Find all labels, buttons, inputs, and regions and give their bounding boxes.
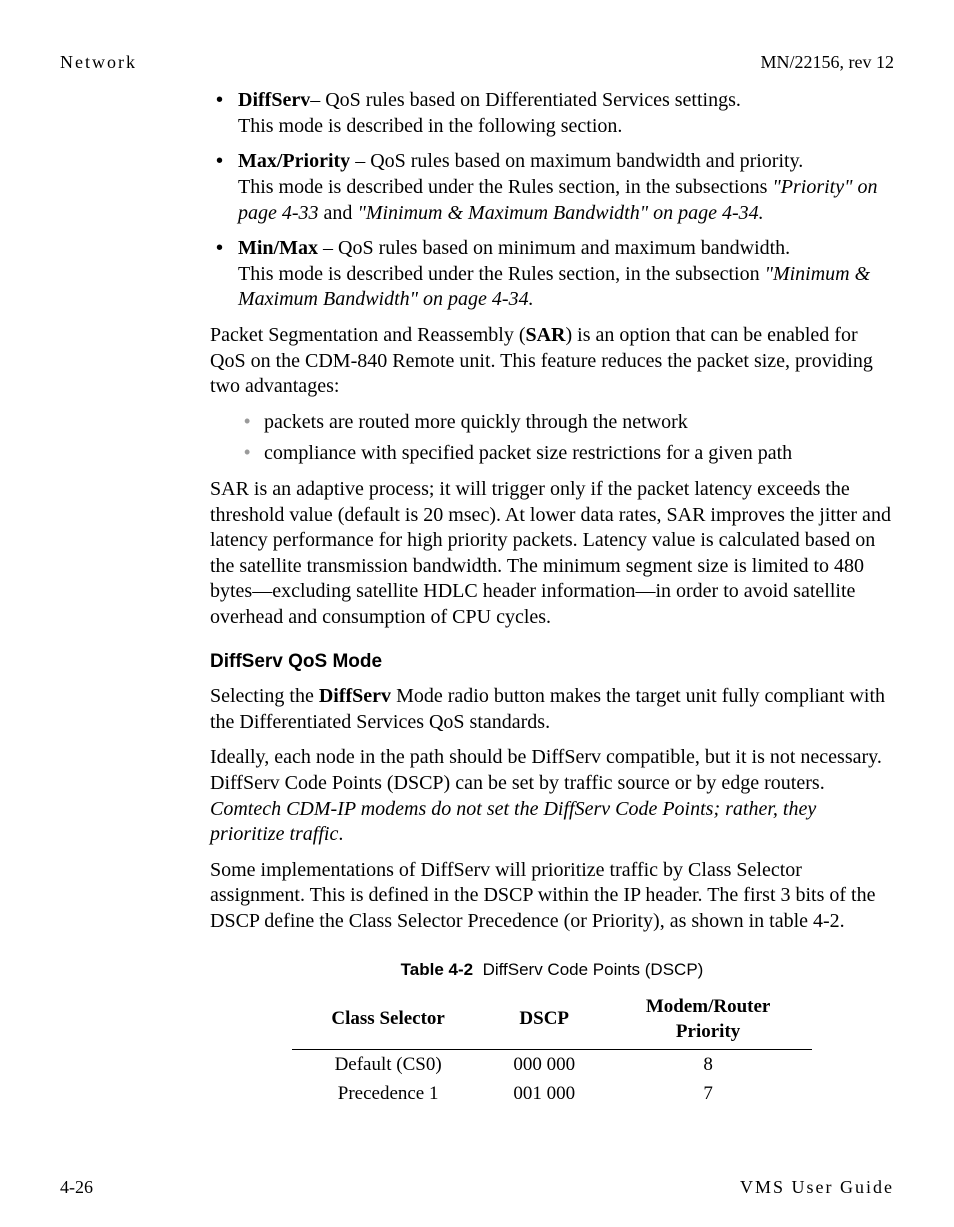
paragraph: SAR is an adaptive process; it will trig… bbox=[210, 477, 894, 631]
paragraph: Selecting the DiffServ Mode radio button… bbox=[210, 684, 894, 735]
cell: 000 000 bbox=[484, 1049, 604, 1079]
sep: – bbox=[318, 237, 338, 259]
text: This mode is described under the Rules s… bbox=[238, 176, 772, 198]
table-row: Default (CS0) 000 000 8 bbox=[292, 1049, 812, 1079]
text: and bbox=[319, 202, 358, 224]
cell: Default (CS0) bbox=[292, 1049, 484, 1079]
table-title: DiffServ Code Points (DSCP) bbox=[483, 960, 704, 979]
cell: 8 bbox=[604, 1049, 812, 1079]
list-item: Max/Priority – QoS rules based on maximu… bbox=[210, 149, 894, 226]
header-left: Network bbox=[60, 50, 137, 74]
cross-ref: "Minimum & Maximum Bandwidth" on page 4-… bbox=[357, 202, 763, 224]
text: Packet Segmentation and Reassembly ( bbox=[210, 324, 525, 346]
text: This mode is described in the following … bbox=[238, 115, 622, 137]
running-footer: 4-26 VMS User Guide bbox=[60, 1175, 894, 1199]
text: Selecting the bbox=[210, 685, 319, 707]
table-label: Table 4-2 bbox=[401, 960, 473, 979]
running-header: Network MN/22156, rev 12 bbox=[60, 50, 894, 74]
cell: 001 000 bbox=[484, 1079, 604, 1109]
text: . bbox=[338, 823, 343, 845]
cell: Precedence 1 bbox=[292, 1079, 484, 1109]
section-heading: DiffServ QoS Mode bbox=[210, 649, 894, 675]
text: compliance with specified packet size re… bbox=[264, 442, 792, 464]
col-header: Class Selector bbox=[292, 988, 484, 1050]
text: packets are routed more quickly through … bbox=[264, 411, 688, 433]
term: Max/Priority bbox=[238, 150, 350, 172]
table-row: Precedence 1 001 000 7 bbox=[292, 1079, 812, 1109]
col-header: Modem/Router Priority bbox=[604, 988, 812, 1050]
list-item: compliance with specified packet size re… bbox=[240, 441, 894, 467]
table-header-row: Class Selector DSCP Modem/Router Priorit… bbox=[292, 988, 812, 1050]
dscp-table: Class Selector DSCP Modem/Router Priorit… bbox=[292, 988, 812, 1110]
mode-list: DiffServ– QoS rules based on Differentia… bbox=[210, 88, 894, 313]
text: This mode is described under the Rules s… bbox=[238, 263, 765, 285]
term: DiffServ bbox=[319, 685, 391, 707]
col-header: DSCP bbox=[484, 988, 604, 1050]
footer-right: VMS User Guide bbox=[740, 1175, 894, 1199]
list-item: packets are routed more quickly through … bbox=[240, 410, 894, 436]
body: DiffServ– QoS rules based on Differentia… bbox=[210, 88, 894, 1109]
sep: – bbox=[350, 150, 370, 172]
header-right: MN/22156, rev 12 bbox=[761, 50, 895, 74]
term: DiffServ bbox=[238, 89, 310, 111]
text: QoS rules based on Differentiated Servic… bbox=[325, 89, 741, 111]
text: Modem/Router bbox=[646, 996, 771, 1017]
paragraph: Packet Segmentation and Reassembly (SAR)… bbox=[210, 323, 894, 400]
page-number: 4-26 bbox=[60, 1175, 93, 1199]
paragraph: Ideally, each node in the path should be… bbox=[210, 745, 894, 847]
text: QoS rules based on minimum and maximum b… bbox=[338, 237, 790, 259]
page: Network MN/22156, rev 12 DiffServ– QoS r… bbox=[0, 0, 954, 1227]
sub-list: packets are routed more quickly through … bbox=[240, 410, 894, 467]
emphasis: Comtech CDM-IP modems do not set the Dif… bbox=[210, 798, 816, 846]
list-item: DiffServ– QoS rules based on Differentia… bbox=[210, 88, 894, 139]
list-item: Min/Max – QoS rules based on minimum and… bbox=[210, 236, 894, 313]
term: Min/Max bbox=[238, 237, 318, 259]
table-caption: Table 4-2 DiffServ Code Points (DSCP) bbox=[210, 959, 894, 982]
paragraph: Some implementations of DiffServ will pr… bbox=[210, 858, 894, 935]
cell: 7 bbox=[604, 1079, 812, 1109]
text: QoS rules based on maximum bandwidth and… bbox=[370, 150, 803, 172]
term: SAR bbox=[525, 324, 565, 346]
sep: – bbox=[310, 89, 325, 111]
text: Priority bbox=[676, 1021, 740, 1042]
text: Ideally, each node in the path should be… bbox=[210, 746, 882, 794]
